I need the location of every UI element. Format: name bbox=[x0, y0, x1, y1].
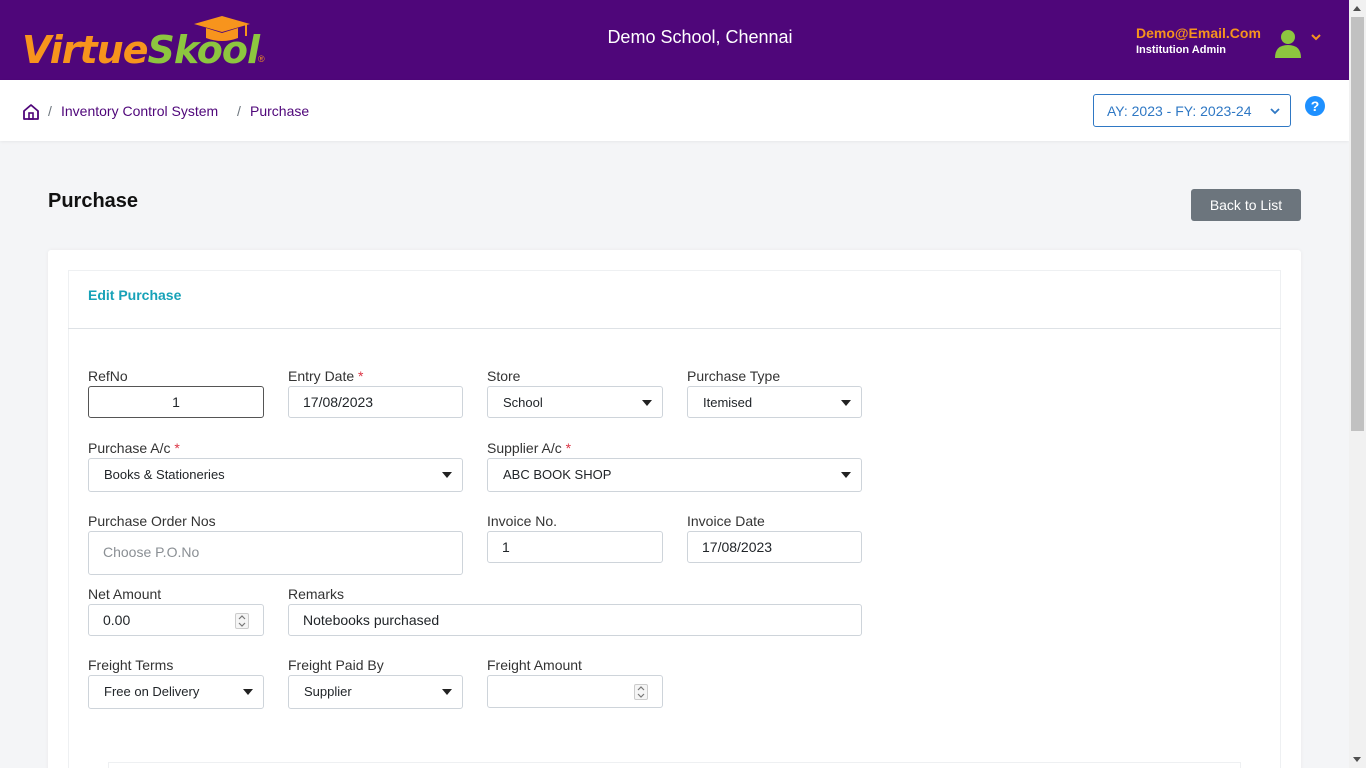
store-select[interactable]: School bbox=[487, 386, 663, 418]
supplier-ac-label: Supplier A/c * bbox=[487, 440, 572, 456]
items-section-edge bbox=[108, 762, 1241, 768]
number-spinner-icon[interactable] bbox=[235, 613, 249, 629]
breadcrumb-separator: / bbox=[48, 103, 52, 119]
caret-down-icon bbox=[243, 689, 253, 695]
card-title: Edit Purchase bbox=[88, 287, 182, 303]
po-nos-input[interactable]: Choose P.O.No bbox=[88, 531, 463, 575]
help-icon[interactable]: ? bbox=[1305, 96, 1325, 116]
caret-down-icon bbox=[841, 400, 851, 406]
purchase-type-select[interactable]: Itemised bbox=[687, 386, 862, 418]
chevron-down-icon[interactable] bbox=[1310, 31, 1322, 43]
card-header bbox=[68, 270, 1281, 329]
chevron-down-icon bbox=[1270, 108, 1280, 115]
scroll-down-arrow-icon[interactable] bbox=[1353, 757, 1361, 762]
user-avatar-icon[interactable] bbox=[1275, 28, 1301, 58]
academic-year-selector[interactable]: AY: 2023 - FY: 2023-24 bbox=[1093, 94, 1291, 127]
net-amount-label: Net Amount bbox=[88, 586, 162, 602]
invoice-no-input[interactable]: 1 bbox=[487, 531, 663, 563]
entry-date-input[interactable]: 17/08/2023 bbox=[288, 386, 463, 418]
net-amount-value: 0.00 bbox=[103, 612, 131, 628]
scrollbar-thumb[interactable] bbox=[1351, 17, 1364, 431]
academic-year-label: AY: 2023 - FY: 2023-24 bbox=[1107, 103, 1252, 119]
invoice-date-input[interactable]: 17/08/2023 bbox=[687, 531, 862, 563]
freight-amount-label: Freight Amount bbox=[487, 657, 582, 673]
purchase-type-label: Purchase Type bbox=[687, 368, 781, 384]
refno-input[interactable]: 1 bbox=[88, 386, 264, 418]
remarks-label: Remarks bbox=[288, 586, 345, 602]
invoice-no-label: Invoice No. bbox=[487, 513, 558, 529]
freight-paid-by-select[interactable]: Supplier bbox=[288, 675, 463, 709]
freight-terms-select[interactable]: Free on Delivery bbox=[88, 675, 264, 709]
freight-terms-value: Free on Delivery bbox=[104, 684, 200, 699]
purchase-ac-label: Purchase A/c * bbox=[88, 440, 180, 456]
number-spinner-icon[interactable] bbox=[634, 684, 648, 700]
remarks-input[interactable]: Notebooks purchased bbox=[288, 604, 862, 636]
purchase-type-value: Itemised bbox=[703, 395, 753, 410]
entry-date-label: Entry Date * bbox=[288, 368, 364, 384]
freight-paid-by-label: Freight Paid By bbox=[288, 657, 384, 673]
store-value: School bbox=[503, 395, 543, 410]
caret-down-icon bbox=[841, 472, 851, 478]
store-label: Store bbox=[487, 368, 521, 384]
user-email[interactable]: Demo@Email.Com bbox=[1136, 25, 1261, 41]
caret-down-icon bbox=[642, 400, 652, 406]
freight-paid-by-value: Supplier bbox=[304, 684, 352, 699]
breadcrumb-inventory[interactable]: Inventory Control System bbox=[61, 103, 218, 119]
invoice-date-label: Invoice Date bbox=[687, 513, 765, 529]
back-to-list-button[interactable]: Back to List bbox=[1191, 189, 1301, 221]
supplier-ac-select[interactable]: ABC BOOK SHOP bbox=[487, 458, 862, 492]
purchase-ac-value: Books & Stationeries bbox=[104, 467, 225, 482]
refno-label: RefNo bbox=[88, 368, 128, 384]
caret-down-icon bbox=[442, 689, 452, 695]
po-nos-label: Purchase Order Nos bbox=[88, 513, 216, 529]
purchase-ac-select[interactable]: Books & Stationeries bbox=[88, 458, 463, 492]
logo-registered-mark: ® bbox=[258, 54, 265, 64]
breadcrumb-purchase[interactable]: Purchase bbox=[250, 103, 309, 119]
freight-terms-label: Freight Terms bbox=[88, 657, 174, 673]
page-title: Purchase bbox=[48, 190, 139, 212]
net-amount-input[interactable]: 0.00 bbox=[88, 604, 264, 636]
supplier-ac-value: ABC BOOK SHOP bbox=[503, 467, 612, 482]
caret-down-icon bbox=[442, 472, 452, 478]
scroll-up-arrow-icon[interactable] bbox=[1353, 6, 1361, 11]
user-role: Institution Admin bbox=[1136, 44, 1227, 56]
freight-amount-input[interactable] bbox=[487, 675, 663, 708]
po-nos-placeholder: Choose P.O.No bbox=[103, 544, 200, 560]
home-icon[interactable] bbox=[22, 103, 40, 121]
breadcrumb-separator: / bbox=[237, 103, 241, 119]
